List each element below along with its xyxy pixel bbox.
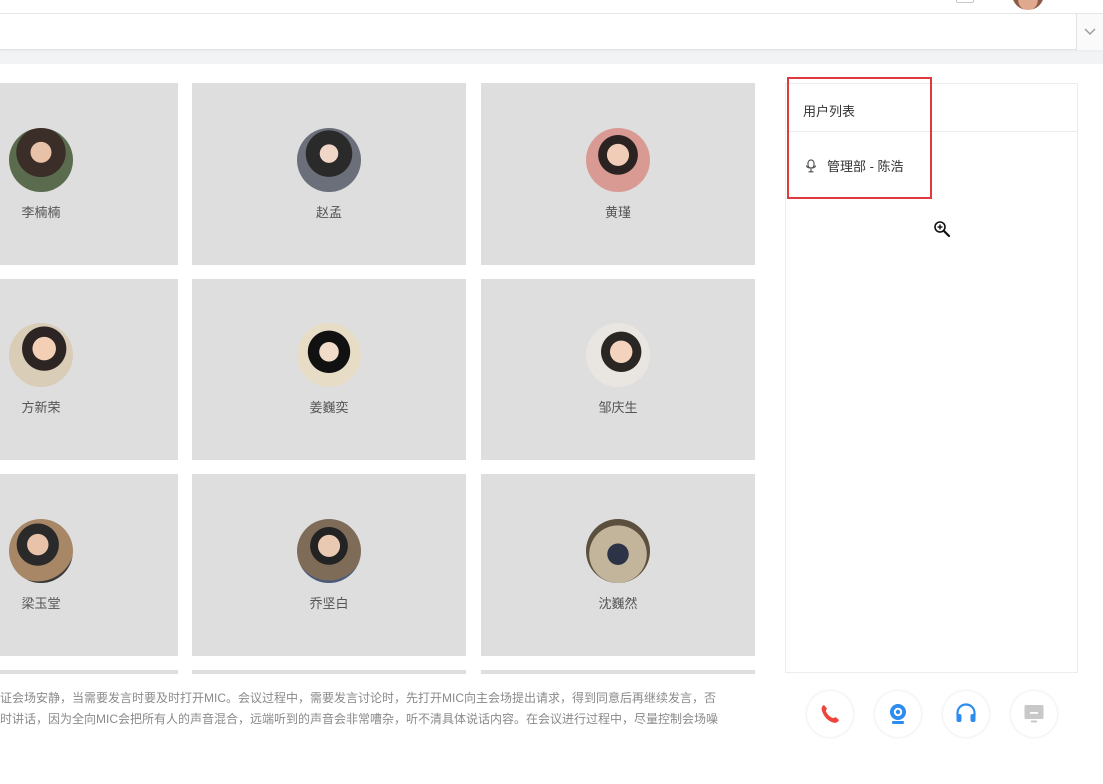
notice-line: 时讲话，因为全向MIC会把所有人的声音混合，远端听到的声音会非常嘈杂，听不清具体… [0,712,719,726]
screen-icon [1024,705,1044,723]
participant-avatar [586,128,650,192]
participant-name: 方新荣 [21,400,61,415]
window-icon[interactable] [956,0,974,3]
participant-tile[interactable]: 方新荣 [0,279,178,460]
user-avatar[interactable] [1012,0,1044,10]
participant-tile[interactable]: 赵孟 [192,83,466,265]
participant-name: 李楠楠 [21,205,61,220]
participant-tile[interactable] [481,670,755,674]
participant-name: 乔坚白 [309,596,349,611]
camera-button[interactable] [875,691,921,737]
participant-name: 梁玉堂 [21,596,61,611]
participant-tile[interactable]: 姜巍奕 [192,279,466,460]
participant-name: 沈巍然 [598,596,638,611]
headset-icon [956,703,976,722]
expand-toggle-button[interactable] [1076,14,1103,50]
participant-avatar [586,323,650,387]
participant-avatar [586,519,650,583]
highlight-box [787,77,932,199]
participant-tile[interactable]: 黄瑾 [481,83,755,265]
participant-tile[interactable]: 邹庆生 [481,279,755,460]
screen-share-button[interactable] [1011,691,1057,737]
participant-name: 赵孟 [315,205,342,220]
participant-avatar [9,323,73,387]
participant-tile[interactable]: 沈巍然 [481,474,755,656]
participant-avatar [297,519,361,583]
chevron-down-icon [1084,28,1096,35]
participant-tile[interactable]: 梁玉堂 [0,474,178,656]
participant-avatar [9,519,73,583]
participant-avatar [297,323,361,387]
participant-tile[interactable]: 乔坚白 [192,474,466,656]
participant-tile[interactable]: 李楠楠 [0,83,178,265]
camera-icon [890,704,906,724]
participant-avatar [9,128,73,192]
participant-name: 黄瑾 [604,205,631,220]
audio-button[interactable] [943,691,989,737]
participant-tile[interactable] [0,670,178,674]
participant-name: 姜巍奕 [309,400,349,415]
participant-avatar [297,128,361,192]
meeting-notice: 证会场安静，当需要发言时要及时打开MIC。会议过程中，需要发言讨论时，先打开MI… [0,688,770,730]
notice-line: 证会场安静，当需要发言时要及时打开MIC。会议过程中，需要发言讨论时，先打开MI… [0,691,716,705]
zoom-in-cursor-icon [934,221,951,238]
phone-icon [821,705,839,723]
meeting-toolbar [0,14,1103,50]
hangup-button[interactable] [807,691,853,737]
top-header [0,0,1103,14]
participant-name: 邹庆生 [598,400,638,415]
participant-tile[interactable] [192,670,466,674]
